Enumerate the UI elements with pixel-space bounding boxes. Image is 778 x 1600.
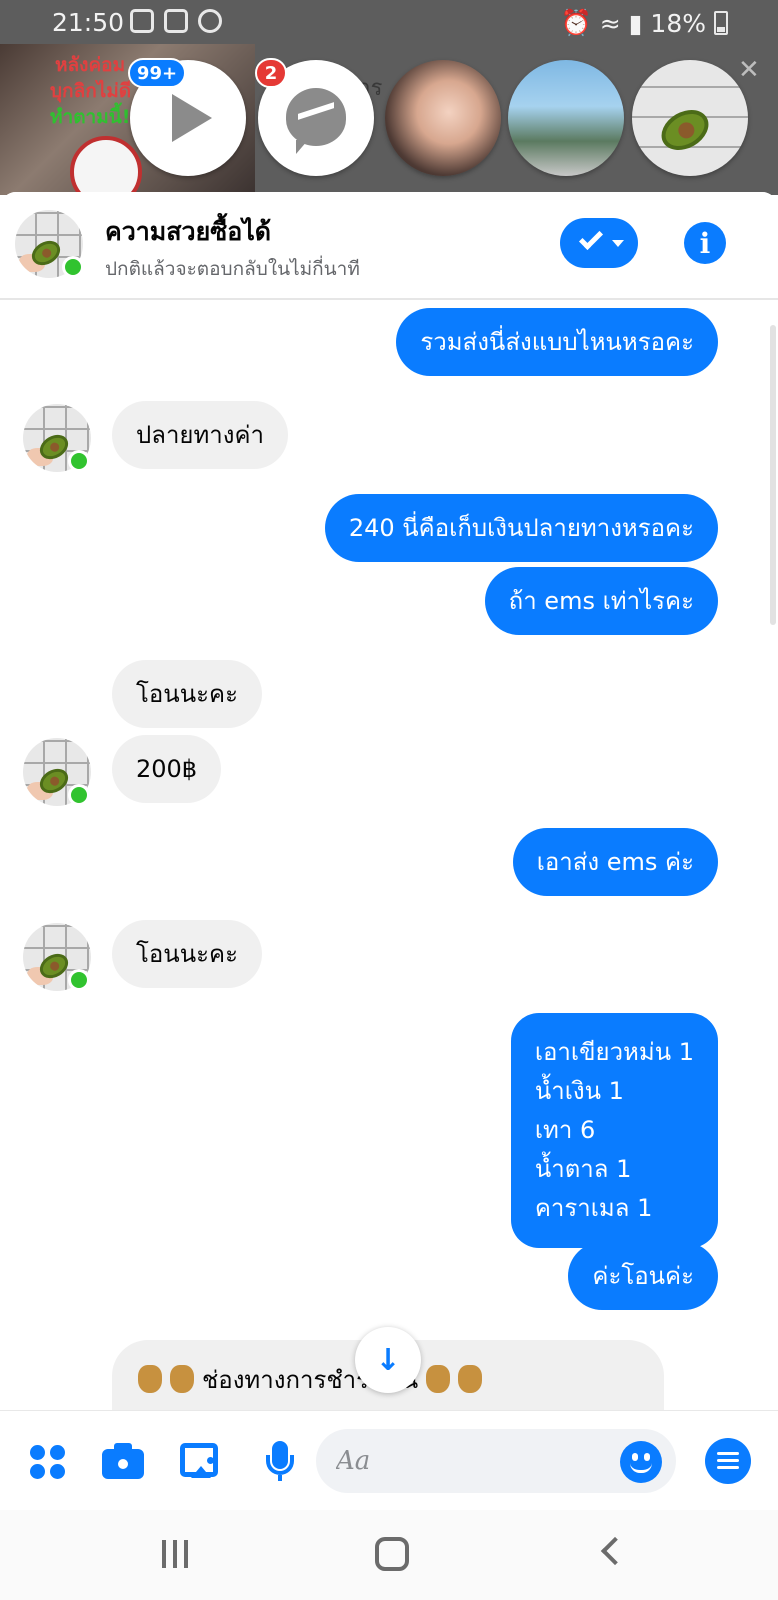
camera-icon[interactable] bbox=[102, 1441, 146, 1481]
wifi-icon: ≈ bbox=[599, 8, 621, 38]
scroll-to-bottom-button[interactable]: ↓ bbox=[355, 1327, 421, 1393]
system-icons: ⏰ ≈ ▮ 18% bbox=[561, 8, 728, 38]
image-icon[interactable] bbox=[180, 1441, 224, 1481]
battery-percent: 18% bbox=[650, 8, 706, 38]
message-bubble-incoming[interactable]: 200฿ bbox=[112, 735, 222, 803]
message-input[interactable] bbox=[336, 1441, 596, 1481]
instagram-icon bbox=[164, 9, 188, 33]
notification-icons bbox=[130, 9, 222, 33]
video-text-3: ทำตามนี้! bbox=[50, 106, 131, 128]
battery-icon bbox=[714, 11, 728, 35]
video-badge: 99+ bbox=[128, 58, 186, 88]
messenger-badge: 2 bbox=[255, 58, 287, 88]
emoji-icon[interactable] bbox=[620, 1441, 662, 1483]
arrow-down-icon: ↓ bbox=[375, 1342, 401, 1378]
chat-header: ความสวยซื้อได้ ปกติแล้วจะตอบกลับในไม่กี่… bbox=[0, 192, 778, 300]
system-nav-bar bbox=[0, 1510, 778, 1600]
message-line: เอาเขียวหม่น 1 bbox=[534, 1038, 694, 1066]
message-bubble-incoming[interactable]: โอนนะคะ bbox=[112, 920, 262, 988]
play-icon bbox=[172, 94, 212, 142]
online-indicator bbox=[62, 256, 84, 278]
message-bubble-outgoing-multiline[interactable]: เอาเขียวหม่น 1 น้ำเงิน 1 เทา 6 น้ำตาล 1 … bbox=[510, 1013, 718, 1248]
info-icon: i bbox=[699, 226, 711, 260]
message-bubble-outgoing[interactable]: 240 นี่คือเก็บเงินปลายทางหรอคะ bbox=[324, 494, 718, 562]
message-composer bbox=[0, 1410, 778, 1510]
gallery-icon bbox=[130, 9, 154, 33]
check-button[interactable] bbox=[560, 218, 638, 268]
message-input-wrapper bbox=[316, 1429, 676, 1493]
message-line: น้ำเงิน 1 bbox=[534, 1077, 624, 1105]
message-bubble-outgoing[interactable]: ถ้า ems เท่าไรคะ bbox=[484, 567, 718, 635]
chevron-down-icon bbox=[612, 240, 624, 247]
money-bag-icon bbox=[458, 1365, 483, 1393]
online-indicator bbox=[68, 969, 90, 991]
chat-head-contact-1[interactable] bbox=[385, 60, 501, 176]
mic-icon[interactable] bbox=[258, 1441, 302, 1481]
chat-head-contact-2[interactable] bbox=[508, 60, 624, 176]
avocado-icon bbox=[654, 101, 716, 159]
apps-icon[interactable] bbox=[28, 1441, 72, 1481]
info-button[interactable]: i bbox=[684, 222, 726, 264]
money-bag-icon bbox=[426, 1365, 451, 1393]
message-bubble-outgoing[interactable]: เอาส่ง ems ค่ะ bbox=[512, 828, 718, 896]
menu-icon[interactable] bbox=[705, 1438, 751, 1484]
signal-icon: ▮ bbox=[628, 8, 643, 38]
home-icon[interactable] bbox=[375, 1537, 409, 1571]
message-bubble-outgoing[interactable]: รวมส่งนี่ส่งแบบไหนหรอคะ bbox=[396, 308, 718, 376]
money-bag-icon bbox=[138, 1365, 162, 1393]
alarm-icon: ⏰ bbox=[560, 8, 592, 37]
close-icon: ✕ bbox=[738, 55, 760, 85]
back-icon[interactable] bbox=[600, 1536, 630, 1566]
message-bubble-incoming[interactable]: ปลายทางค่า bbox=[112, 401, 289, 469]
check-icon bbox=[578, 225, 604, 251]
recent-apps-icon[interactable] bbox=[162, 1540, 192, 1570]
online-indicator bbox=[68, 450, 90, 472]
message-line: เทา 6 bbox=[534, 1116, 596, 1144]
message-bubble-incoming[interactable]: โอนนะคะ bbox=[112, 660, 262, 728]
contact-name[interactable]: ความสวยซื้อได้ bbox=[105, 212, 271, 252]
online-indicator bbox=[68, 784, 90, 806]
chat-head-active[interactable] bbox=[632, 60, 748, 176]
money-bag-icon bbox=[170, 1365, 194, 1393]
message-line: น้ำตาล 1 bbox=[534, 1155, 632, 1183]
status-bar: 21:50 ⏰ ≈ ▮ 18% bbox=[0, 0, 778, 44]
message-line: คาราเมล 1 bbox=[534, 1194, 653, 1222]
scrollbar[interactable] bbox=[770, 325, 776, 625]
status-time: 21:50 bbox=[52, 8, 125, 37]
messenger-icon bbox=[198, 9, 222, 33]
message-bubble-outgoing[interactable]: ค่ะโอนค่ะ bbox=[568, 1242, 718, 1310]
contact-status: ปกติแล้วจะตอบกลับในไม่กี่นาที bbox=[105, 258, 360, 280]
video-logo bbox=[70, 136, 142, 195]
